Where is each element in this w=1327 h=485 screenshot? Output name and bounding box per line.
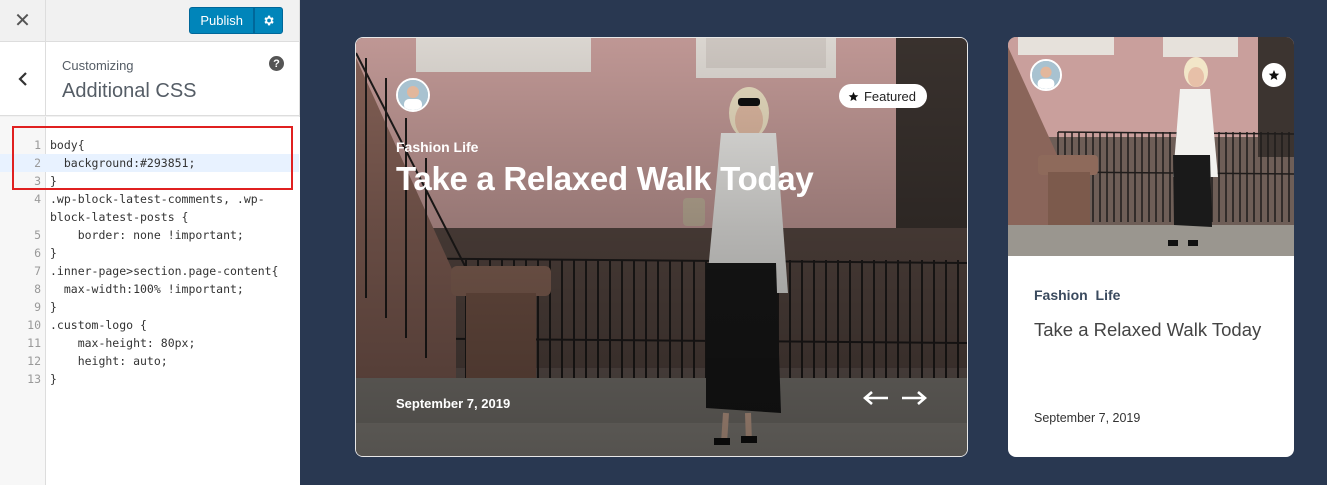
code-text: border: none !important; xyxy=(50,228,244,242)
section-header: Customizing Additional CSS ? xyxy=(0,42,299,116)
star-icon xyxy=(848,91,859,101)
line-number: 4 xyxy=(34,192,41,206)
side-post-image xyxy=(1008,37,1294,256)
code-line[interactable]: 8 max-width:100% !important; xyxy=(0,280,299,298)
code-text: height: auto; xyxy=(50,354,168,368)
star-icon xyxy=(1262,63,1286,87)
line-number: 8 xyxy=(34,282,41,296)
publish-button[interactable]: Publish xyxy=(189,7,254,34)
breadcrumb: Customizing xyxy=(62,58,134,73)
code-line[interactable]: 4 .wp-block-latest-comments, .wp- xyxy=(0,190,299,208)
customizer-header: ✕ Publish xyxy=(0,0,299,42)
section-title: Additional CSS xyxy=(62,80,197,102)
featured-post-card[interactable]: Featured Fashion Life Take a Relaxed Wal… xyxy=(355,37,968,457)
gear-icon[interactable] xyxy=(254,7,283,34)
code-text: .wp-block-latest-comments, .wp- xyxy=(50,192,265,206)
side-post-card[interactable]: Fashion Life Take a Relaxed Walk Today S… xyxy=(1008,37,1294,457)
code-line[interactable]: 12 height: auto; xyxy=(0,352,299,370)
avatar[interactable] xyxy=(396,78,430,112)
post-category[interactable]: Fashion Life xyxy=(396,139,478,155)
post-title[interactable]: Take a Relaxed Walk Today xyxy=(396,160,814,198)
line-number: 12 xyxy=(27,354,41,368)
highlight-box xyxy=(12,126,293,190)
code-line[interactable]: 9} xyxy=(0,298,299,316)
code-line[interactable]: 13} xyxy=(0,370,299,388)
line-number: 5 xyxy=(34,228,41,242)
code-line[interactable]: 6} xyxy=(0,244,299,262)
code-text: max-height: 80px; xyxy=(50,336,196,350)
code-text: .inner-page>section.page-content{ xyxy=(50,264,279,278)
arrow-left-icon[interactable] xyxy=(862,390,890,411)
code-line[interactable]: block-latest-posts { xyxy=(0,208,299,226)
code-text: } xyxy=(50,300,57,314)
avatar[interactable] xyxy=(1030,59,1062,91)
line-number: 10 xyxy=(27,318,41,332)
post-title[interactable]: Take a Relaxed Walk Today xyxy=(1034,319,1261,341)
code-text: block-latest-posts { xyxy=(50,210,189,224)
arrow-right-icon[interactable] xyxy=(900,390,928,411)
line-number: 11 xyxy=(27,336,41,350)
code-line[interactable]: 5 border: none !important; xyxy=(0,226,299,244)
code-line[interactable]: 11 max-height: 80px; xyxy=(0,334,299,352)
code-text: .custom-logo { xyxy=(50,318,147,332)
line-number: 7 xyxy=(34,264,41,278)
code-text: } xyxy=(50,246,57,260)
customizer-sidebar: ✕ Publish Customizing Additional CSS ? 1… xyxy=(0,0,300,485)
code-text: } xyxy=(50,372,57,386)
code-line[interactable]: 10 .custom-logo { xyxy=(0,316,299,334)
featured-badge: Featured xyxy=(838,84,927,108)
line-number: 13 xyxy=(27,372,41,386)
chevron-left-icon[interactable] xyxy=(0,42,46,115)
close-icon[interactable]: ✕ xyxy=(0,0,46,41)
line-number: 6 xyxy=(34,246,41,260)
post-date: September 7, 2019 xyxy=(396,396,511,411)
post-category[interactable]: Fashion Life xyxy=(1034,287,1120,303)
code-text: max-width:100% !important; xyxy=(50,282,244,296)
publish-group: Publish xyxy=(189,7,283,34)
line-number: 9 xyxy=(34,300,41,314)
featured-label: Featured xyxy=(863,88,916,104)
help-icon[interactable]: ? xyxy=(269,56,284,71)
post-date: September 7, 2019 xyxy=(1034,411,1141,425)
code-line[interactable]: 7 .inner-page>section.page-content{ xyxy=(0,262,299,280)
